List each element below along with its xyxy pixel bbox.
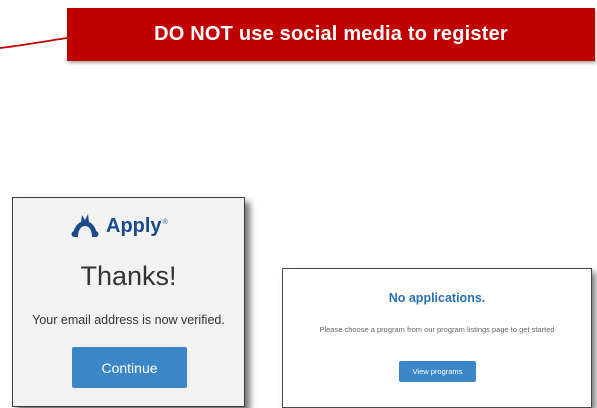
no-applications-message: Please choose a program from our program… — [319, 325, 555, 334]
view-programs-button[interactable]: View programs — [399, 361, 476, 382]
email-verified-panel: Apply ® Thanks! Your email address is no… — [12, 197, 245, 407]
apply-logo: Apply ® — [69, 211, 168, 241]
thanks-heading: Thanks! — [80, 261, 177, 291]
no-applications-heading: No applications. — [388, 291, 486, 305]
warning-text: DO NOT use social media to register — [154, 23, 508, 45]
verified-message: Your email address is now verified. — [32, 313, 225, 327]
warning-banner: DO NOT use social media to register — [67, 8, 595, 61]
registered-mark: ® — [162, 219, 168, 226]
apply-logo-text: Apply — [106, 215, 162, 237]
no-applications-panel: No applications. Please choose a program… — [282, 268, 592, 408]
continue-button[interactable]: Continue — [72, 347, 187, 388]
mascot-logo-icon — [71, 214, 99, 237]
